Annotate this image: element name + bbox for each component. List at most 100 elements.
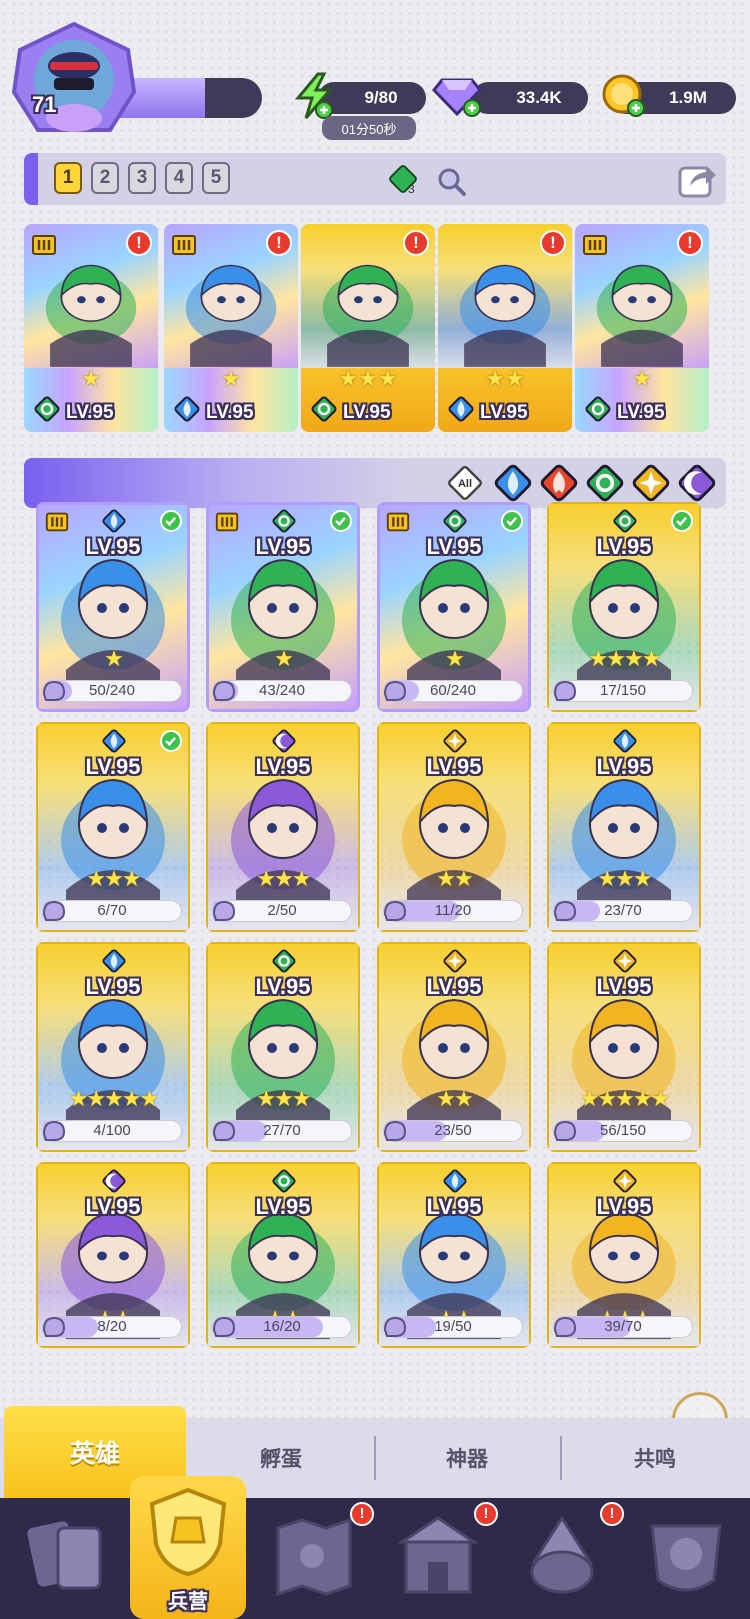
- hero-card[interactable]: LV.95★★8/20: [36, 1162, 190, 1348]
- hero-card[interactable]: LV.95 ★ 60/240: [377, 502, 531, 712]
- hero-level: LV.95: [343, 402, 391, 423]
- nav-guild-icon[interactable]: [640, 1510, 732, 1602]
- alert-badge: !: [403, 230, 429, 256]
- hero-level: LV.95: [596, 974, 652, 999]
- filter-all-icon[interactable]: All: [446, 464, 484, 502]
- star-rating: ★: [632, 366, 652, 391]
- hero-card[interactable]: LV.95★★16/20: [206, 1162, 360, 1348]
- alert-badge: !: [540, 230, 566, 256]
- shard-icon: [381, 1314, 409, 1340]
- water-element-icon: [174, 396, 200, 422]
- hero-card[interactable]: LV.95 ★★ 23/50: [377, 942, 531, 1152]
- barracks-shield-icon: [149, 1487, 227, 1577]
- nature-element-icon: [311, 396, 337, 422]
- star-rating: ★: [221, 366, 241, 391]
- team-slot-5[interactable]: 5: [202, 162, 230, 194]
- rank-badge-icon: [385, 508, 411, 534]
- filter-all-label: All: [458, 478, 472, 490]
- alert-badge: !: [126, 230, 152, 256]
- hero-card[interactable]: LV.95 ★★★ 2/50: [206, 722, 360, 932]
- nature-element-icon: [272, 509, 296, 533]
- nav-castle-icon[interactable]: [392, 1510, 484, 1602]
- filter-water-icon[interactable]: [494, 464, 532, 502]
- tab-resonance[interactable]: 共鸣: [562, 1418, 748, 1498]
- nature-element-icon: [272, 1169, 296, 1193]
- gem-counter[interactable]: 33.4K: [472, 82, 588, 114]
- energy-timer: 01分50秒: [322, 116, 416, 140]
- hero-card[interactable]: LV.95 ★★★ 23/70: [547, 722, 701, 932]
- nav-map-icon[interactable]: [268, 1510, 360, 1602]
- share-icon[interactable]: [676, 158, 718, 200]
- filter-dark-icon[interactable]: [678, 464, 716, 502]
- hero-level: LV.95: [426, 754, 482, 779]
- team-slot-2[interactable]: 2: [91, 162, 119, 194]
- coin-value: 1.9M: [669, 88, 707, 107]
- shard-icon: [381, 1118, 409, 1144]
- star-rating: ★★★: [86, 866, 141, 891]
- water-element-icon: [102, 509, 126, 533]
- star-rating: ★: [274, 646, 294, 671]
- hero-card[interactable]: LV.95 ★ 43/240: [206, 502, 360, 712]
- team-slot-3[interactable]: 3: [128, 162, 156, 194]
- star-rating: ★: [104, 646, 124, 671]
- shard-icon: [40, 1314, 68, 1340]
- star-rating: ★★★: [256, 866, 311, 891]
- star-rating: ★★★: [256, 1086, 311, 1111]
- energy-value: 9/80: [364, 88, 398, 107]
- search-icon[interactable]: [436, 166, 466, 196]
- water-element-icon: [448, 396, 474, 422]
- filter-fire-icon[interactable]: [540, 464, 578, 502]
- hero-card[interactable]: LV.95★★★39/70: [547, 1162, 701, 1348]
- hero-level: LV.95: [255, 754, 311, 779]
- hero-level: LV.95: [85, 974, 141, 999]
- nature-element-icon: [34, 396, 60, 422]
- light-element-icon: [613, 1169, 637, 1193]
- hero-card[interactable]: LV.95 ★★★★★ 4/100: [36, 942, 190, 1152]
- shard-icon: [40, 898, 68, 924]
- nav-cards-icon[interactable]: [22, 1510, 114, 1602]
- hero-card[interactable]: LV.95 ★★ 11/20: [377, 722, 531, 932]
- filter-nature-icon[interactable]: [586, 464, 624, 502]
- shard-icon: [381, 678, 409, 704]
- nature-element-icon: [585, 396, 611, 422]
- star-rating: ★★★: [338, 366, 398, 391]
- xp-bar: [120, 78, 262, 118]
- tab-artifact[interactable]: 神器: [376, 1418, 558, 1498]
- shard-icon: [210, 1118, 238, 1144]
- hero-card[interactable]: LV.95 ★★★★★ 56/150: [547, 942, 701, 1152]
- team-gem-count: 3: [408, 182, 415, 196]
- nature-element-icon: [272, 949, 296, 973]
- team-hero-card[interactable]: ★ LV.95!: [575, 224, 709, 432]
- team-hero-card[interactable]: ★★ LV.95!: [438, 224, 572, 432]
- team-hero-card[interactable]: ★★★ LV.95!: [301, 224, 435, 432]
- hero-card[interactable]: LV.95 ★★★ 27/70: [206, 942, 360, 1152]
- shard-icon: [551, 678, 579, 704]
- hero-card[interactable]: LV.95 ★ 50/240: [36, 502, 190, 712]
- dark-element-icon: [102, 1169, 126, 1193]
- player-avatar[interactable]: [10, 22, 138, 140]
- shard-icon: [551, 898, 579, 924]
- hero-level: LV.95: [596, 534, 652, 559]
- alert-badge: !: [266, 230, 292, 256]
- team-hero-card[interactable]: ★ LV.95!: [164, 224, 298, 432]
- team-hero-card[interactable]: ★ LV.95!: [24, 224, 158, 432]
- hero-level: LV.95: [617, 402, 665, 423]
- energy-bolt-icon: [294, 72, 334, 119]
- hero-card[interactable]: LV.95★★19/50: [377, 1162, 531, 1348]
- nature-element-icon: [443, 509, 467, 533]
- check-icon: [160, 510, 182, 532]
- rank-badge-icon: [170, 230, 198, 258]
- nav-wizard-icon[interactable]: [516, 1510, 608, 1602]
- hero-card[interactable]: LV.95 ★★★★ 17/150: [547, 502, 701, 712]
- team-slot-4[interactable]: 4: [165, 162, 193, 194]
- team-slot-1[interactable]: 1: [54, 162, 82, 194]
- hero-level: LV.95: [85, 1194, 141, 1219]
- hero-level: LV.95: [480, 402, 528, 423]
- filter-light-icon[interactable]: [632, 464, 670, 502]
- coin-icon: [602, 74, 645, 117]
- hero-card[interactable]: LV.95 ★★★ 6/70: [36, 722, 190, 932]
- light-element-icon: [443, 729, 467, 753]
- nature-element-icon: [613, 509, 637, 533]
- dark-element-icon: [272, 729, 296, 753]
- shard-icon: [210, 1314, 238, 1340]
